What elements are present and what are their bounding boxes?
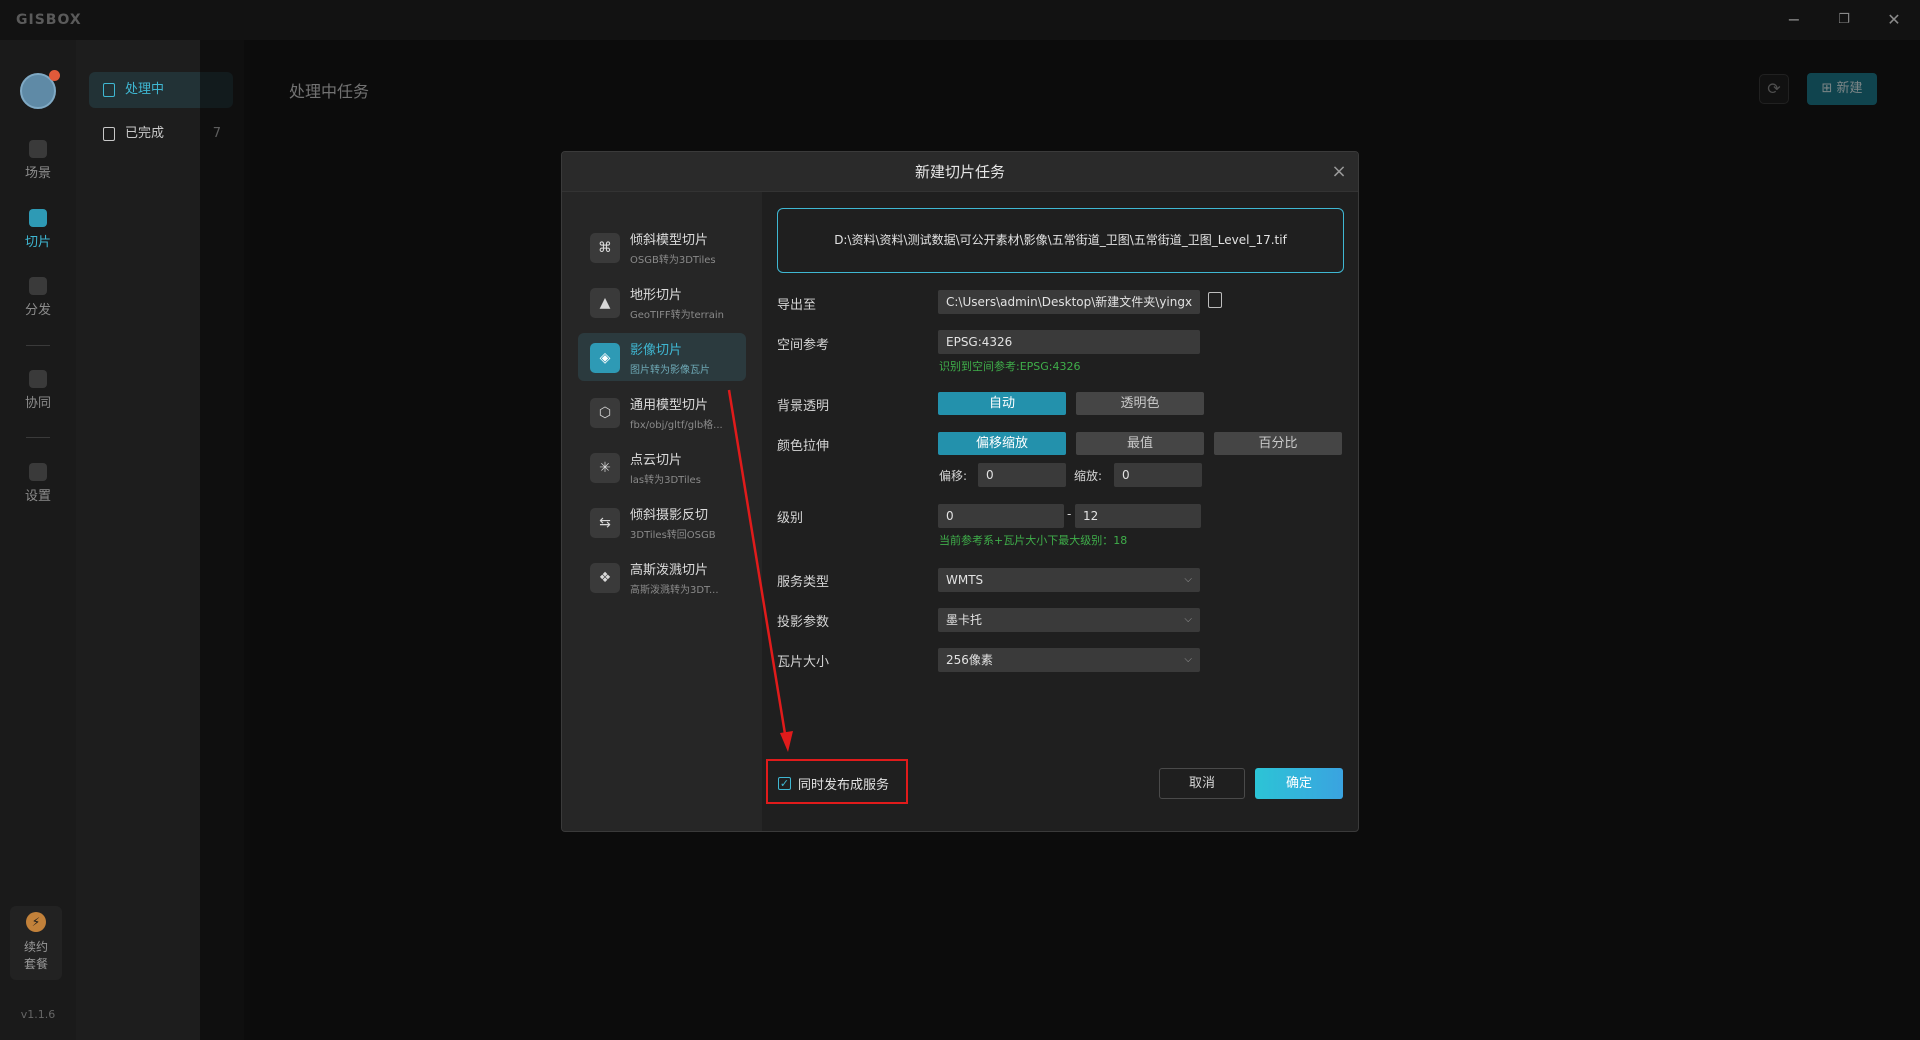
color-stretch-label: 颜色拉伸	[777, 439, 830, 454]
source-file-dropzone[interactable]: D:\资料\资料\测试数据\可公开素材\影像\五常街道_卫图\五常街道_卫图_L…	[777, 208, 1344, 273]
folder-browse-icon[interactable]	[1208, 292, 1222, 308]
imagery-icon: ◈	[590, 343, 620, 373]
slice-icon	[29, 209, 47, 227]
level-max-input[interactable]	[1075, 504, 1201, 528]
task-type-imagery[interactable]: ◈ 影像切片 图片转为影像瓦片	[578, 333, 746, 381]
scale-label: 缩放:	[1074, 469, 1103, 483]
level-hint: 当前参考系+瓦片大小下最大级别：18	[939, 534, 1128, 547]
chevron-down-icon: ⌵	[1184, 654, 1192, 665]
service-type-select[interactable]: WMTS ⌵	[938, 568, 1200, 592]
chevron-down-icon: ⌵	[1184, 614, 1192, 625]
export-label: 导出至	[777, 298, 817, 313]
background-transparent-label: 背景透明	[777, 399, 830, 414]
task-type-terrain[interactable]: ▲ 地形切片 GeoTIFF转为terrain	[578, 278, 746, 326]
new-slice-task-dialog: 新建切片任务 × ⌘ 倾斜模型切片 OSGB转为3DTiles ▲ 地形切片 G…	[561, 151, 1359, 832]
rail-item-collab[interactable]: 协同	[0, 370, 76, 411]
bg-option-auto[interactable]: 自动	[938, 392, 1066, 415]
cube-icon: ⬡	[590, 398, 620, 428]
terrain-icon: ▲	[590, 288, 620, 318]
cancel-button[interactable]: 取消	[1159, 768, 1245, 799]
app-logo: GISBOX	[16, 12, 82, 28]
projection-select[interactable]: 墨卡托 ⌵	[938, 608, 1200, 632]
chevron-down-icon: ⌵	[1184, 574, 1192, 585]
rail-item-distribute[interactable]: 分发	[0, 277, 76, 318]
tile-size-select[interactable]: 256像素 ⌵	[938, 648, 1200, 672]
close-window-button[interactable]: ✕	[1880, 8, 1908, 32]
gaussian-splat-icon: ❖	[590, 563, 620, 593]
task-type-reverse-oblique[interactable]: ⇆ 倾斜摄影反切 3DTiles转回OSGB	[578, 498, 746, 546]
document-icon	[103, 83, 115, 97]
level-label: 级别	[777, 511, 804, 526]
title-bar	[0, 0, 1920, 40]
task-type-oblique-model[interactable]: ⌘ 倾斜模型切片 OSGB转为3DTiles	[578, 223, 746, 271]
spatial-reference-hint: 识别到空间参考:EPSG:4326	[939, 360, 1081, 373]
point-cloud-icon: ✳	[590, 453, 620, 483]
minimize-button[interactable]: −	[1780, 8, 1808, 32]
confirm-button[interactable]: 确定	[1255, 768, 1343, 799]
stretch-option-percent[interactable]: 百分比	[1214, 432, 1342, 455]
service-type-label: 服务类型	[777, 575, 830, 590]
task-type-point-cloud[interactable]: ✳ 点云切片 las转为3DTiles	[578, 443, 746, 491]
notification-badge	[49, 70, 60, 81]
reverse-convert-icon: ⇆	[590, 508, 620, 538]
bg-option-transparent-color[interactable]: 透明色	[1076, 392, 1204, 415]
offset-label: 偏移:	[939, 469, 968, 483]
stretch-option-minmax[interactable]: 最值	[1076, 432, 1204, 455]
gear-icon	[29, 463, 47, 481]
restore-button[interactable]: ❐	[1830, 8, 1858, 32]
spatial-reference-input[interactable]	[938, 330, 1200, 354]
renew-plan-button[interactable]: ⚡ 续约 套餐	[10, 906, 62, 980]
oblique-model-icon: ⌘	[590, 233, 620, 263]
offset-input[interactable]	[978, 463, 1066, 487]
rail-item-scene[interactable]: 场景	[0, 140, 76, 181]
dialog-title: 新建切片任务	[914, 163, 1005, 181]
task-type-gaussian-splat[interactable]: ❖ 高斯泼溅切片 高斯泼溅转为3DT...	[578, 553, 746, 601]
rail-item-slice[interactable]: 切片	[0, 209, 76, 250]
task-type-general-model[interactable]: ⬡ 通用模型切片 fbx/obj/gltf/glb格...	[578, 388, 746, 436]
document-check-icon	[103, 127, 115, 141]
app-version: v1.1.6	[20, 1008, 56, 1021]
lock-icon	[29, 370, 47, 388]
spatial-reference-label: 空间参考	[777, 338, 830, 353]
scale-input[interactable]	[1114, 463, 1202, 487]
dialog-close-button[interactable]: ×	[1328, 161, 1350, 183]
export-path-input[interactable]	[938, 290, 1200, 314]
home-icon	[29, 140, 47, 158]
left-rail	[0, 40, 76, 1040]
rail-divider	[26, 437, 50, 438]
bolt-icon: ⚡	[26, 912, 46, 932]
level-range-separator: -	[1067, 507, 1072, 521]
projection-label: 投影参数	[777, 615, 830, 630]
rail-item-settings[interactable]: 设置	[0, 463, 76, 504]
distribute-icon	[29, 277, 47, 295]
tile-size-label: 瓦片大小	[777, 655, 830, 670]
level-min-input[interactable]	[938, 504, 1064, 528]
annotation-highlight-box	[766, 759, 908, 804]
stretch-option-offset-scale[interactable]: 偏移缩放	[938, 432, 1066, 455]
rail-divider	[26, 345, 50, 346]
